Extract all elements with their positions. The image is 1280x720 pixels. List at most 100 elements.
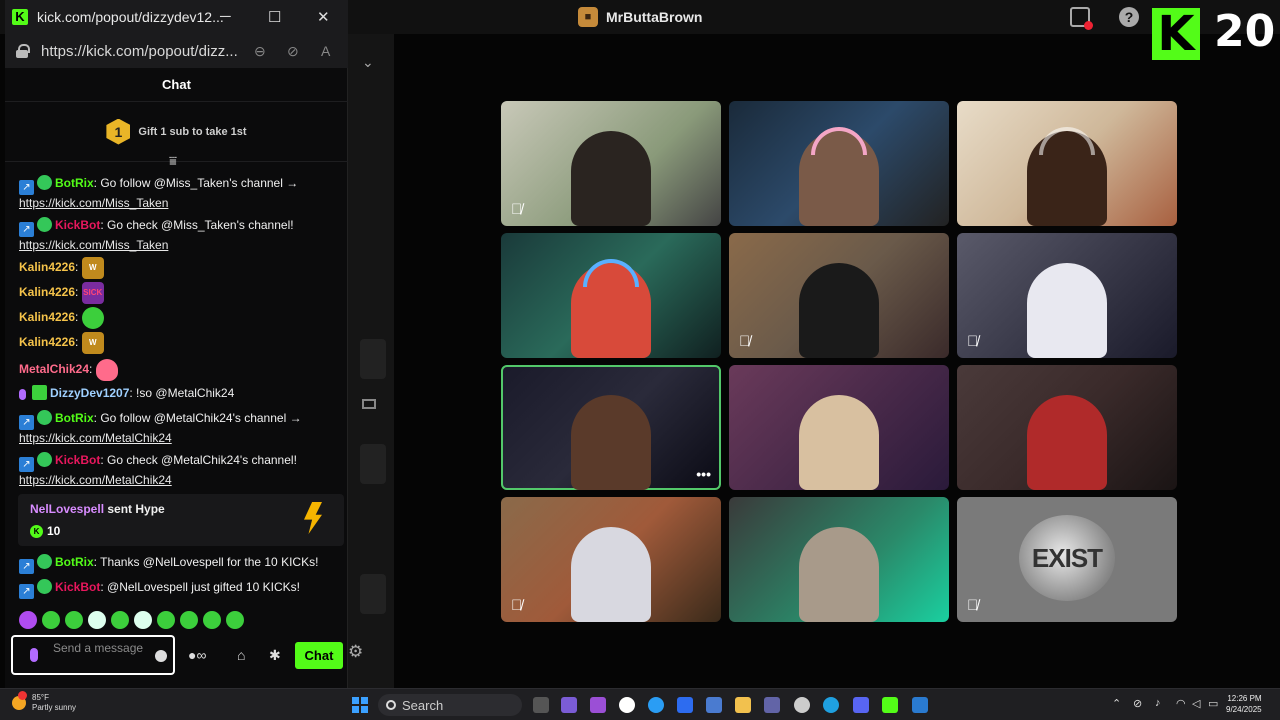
record-icon[interactable] [1070,7,1093,30]
network-off-icon[interactable]: ⊘ [1133,697,1145,711]
chat-username[interactable]: Kalin4226 [19,260,75,274]
chat-username[interactable]: BotRix [55,176,94,190]
send-chat-button[interactable]: Chat [295,642,343,669]
edge-icon[interactable] [823,697,839,713]
windows-start-icon[interactable] [352,697,368,713]
chat-link[interactable]: https://kick.com/MetalChik24 [19,430,341,447]
chevron-up-icon[interactable]: ⌃ [1112,697,1121,710]
participant-tile[interactable] [501,233,721,358]
chat-link[interactable]: https://kick.com/Miss_Taken [19,237,341,254]
maximize-button[interactable]: ☐ [268,8,281,26]
chat-message-input[interactable] [53,641,145,671]
address-bar[interactable]: https://kick.com/popout/dizz... ⊖ ⊘ A [5,36,348,68]
participant-tile[interactable] [729,365,949,490]
chat-message: ↗ BotRix: Thanks @NelLovespell for the 10… [19,554,341,574]
emote-icon[interactable] [134,611,152,629]
chevron-down-icon[interactable]: ⌄ [362,54,374,71]
chat-link[interactable]: https://kick.com/Miss_Taken [19,195,341,212]
emote-icon[interactable] [226,611,244,629]
discord-icon[interactable] [853,697,869,713]
hype-username[interactable]: NelLovespell [30,502,104,516]
video-grid: 🎙̸ 🎙̸ 🎙̸ ••• 🎙̸ EXIST 🎙̸ [500,100,1180,622]
participant-tile[interactable] [729,497,949,622]
copilot-icon[interactable] [561,697,577,713]
read-aloud-icon[interactable]: A [321,43,330,59]
tracking-prevention-icon[interactable]: ⊘ [287,43,299,60]
kicks-icon[interactable]: ●∞ [188,647,206,663]
chat-username[interactable]: Kalin4226 [19,310,75,324]
participant-tile[interactable]: 🎙̸ [957,233,1177,358]
app-icon[interactable] [912,697,928,713]
chat-username[interactable]: Kalin4226 [19,335,75,349]
chat-message: ↗ BotRix: Go follow @Miss_Taken's channel… [19,175,341,212]
app-icon[interactable] [648,697,664,713]
volume-icon[interactable]: ◁ [1192,697,1204,711]
chat-username[interactable]: MetalChik24 [19,362,89,376]
chat-username[interactable]: KickBot [55,453,100,467]
chat-link[interactable]: https://kick.com/MetalChik24 [19,472,341,489]
zoom-icon[interactable]: ⊖ [254,43,266,60]
participant-tile-active[interactable]: ••• [501,365,721,490]
emote-icon[interactable] [203,611,221,629]
participant-video [571,527,651,622]
emote-icon[interactable] [65,611,83,629]
chat-username[interactable]: BotRix [55,411,94,425]
emote-icon[interactable] [180,611,198,629]
url-text[interactable]: https://kick.com/popout/dizz... [41,43,238,60]
hp-icon[interactable] [619,697,635,713]
kick-app-icon[interactable] [882,697,898,713]
lock-icon[interactable] [16,44,30,58]
app-icon[interactable] [590,697,606,713]
emote-icon[interactable] [19,611,37,629]
mic-tray-icon[interactable]: ♪ [1155,697,1167,711]
minimize-button[interactable]: ─ [220,8,231,25]
gear-icon[interactable]: ⚙ [348,642,363,662]
chat-text: : Go follow @MetalChik24's channel → [93,411,302,425]
participant-tile[interactable] [957,101,1177,226]
mic-icon[interactable] [30,648,38,662]
store-icon[interactable]: ⌂ [237,647,245,663]
chat-message: Kalin4226: W [19,257,341,279]
participant-tile[interactable]: 🎙̸ [501,497,721,622]
app-title: ■ MrButtaBrown [578,6,702,28]
store-app-icon[interactable] [706,697,722,713]
chat-input-box[interactable] [11,635,175,675]
settings-app-icon[interactable] [794,697,810,713]
camera-icon[interactable] [362,399,376,409]
chat-username[interactable]: Kalin4226 [19,285,75,299]
participant-tile[interactable] [957,365,1177,490]
emote-icon[interactable] [42,611,60,629]
participant-tile[interactable] [729,101,949,226]
collapse-icon[interactable]: ⩸ [169,153,177,169]
teams-icon[interactable] [764,697,780,713]
emoji-icon[interactable] [155,650,167,662]
verified-badge-icon [37,554,52,569]
close-button[interactable]: ✕ [317,8,330,26]
weather-widget[interactable]: 85°F Partly sunny [12,691,76,713]
settings-icon[interactable]: ✱ [269,647,281,664]
chat-username[interactable]: KickBot [55,218,100,232]
participant-tile[interactable]: 🎙̸ [729,233,949,358]
more-options-icon[interactable]: ••• [696,466,711,482]
zoom-app-icon[interactable] [677,697,693,713]
wifi-icon[interactable]: ◠ [1176,697,1188,711]
verified-badge-icon [37,175,52,190]
help-icon[interactable]: ? [1119,7,1139,27]
sidebar-block [360,339,386,379]
chat-username[interactable]: KickBot [55,580,100,594]
chat-username[interactable]: BotRix [55,555,94,569]
participant-tile[interactable]: 🎙̸ [501,101,721,226]
recent-emotes-bar [19,611,349,631]
taskbar-search[interactable]: Search [378,694,522,716]
chat-message: Kalin4226: W [19,332,341,354]
task-view-icon[interactable] [533,697,549,713]
file-explorer-icon[interactable] [735,697,751,713]
participant-tile[interactable]: EXIST 🎙̸ [957,497,1177,622]
emote-icon[interactable] [88,611,106,629]
sick-emote-icon: SICK [81,282,104,304]
emote-icon[interactable] [157,611,175,629]
battery-icon[interactable]: ▭ [1208,697,1220,711]
emote-icon[interactable] [111,611,129,629]
system-clock[interactable]: 12:26 PM 9/24/2025 [1226,693,1262,715]
chat-username[interactable]: DizzyDev1207 [50,386,129,400]
